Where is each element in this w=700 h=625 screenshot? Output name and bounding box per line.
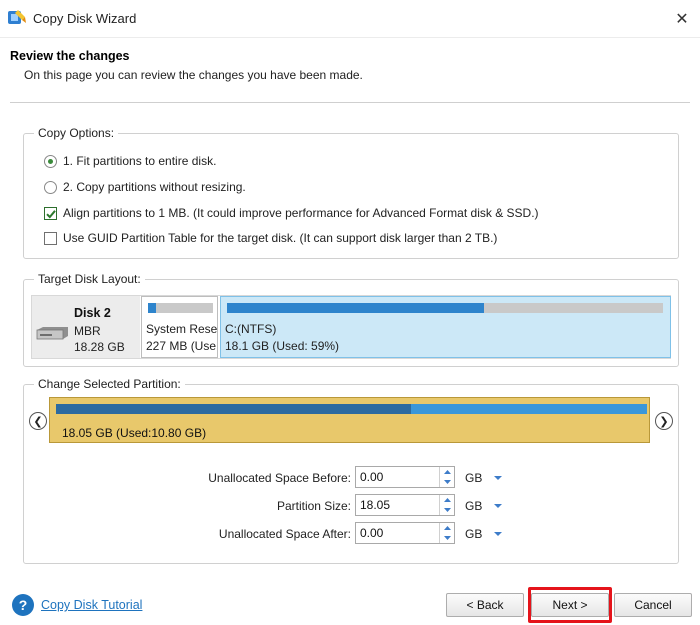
partition-name: C:(NTFS) (225, 322, 277, 336)
unit-dropdown-icon[interactable] (493, 501, 503, 511)
unallocated-after-spinner[interactable] (355, 522, 455, 544)
content-area: Copy Options: 1. Fit partitions to entir… (0, 104, 700, 580)
chevron-left-icon: ❮ (33, 415, 43, 428)
arrow-down-icon (443, 536, 451, 540)
partition-size-unit: GB (465, 499, 483, 513)
checkbox-align-1mb[interactable] (44, 206, 57, 220)
back-button[interactable]: < Back (446, 593, 524, 617)
wizard-footer: ? Copy Disk Tutorial < Back Next > Cance… (0, 580, 700, 625)
spin-up-button[interactable] (440, 523, 454, 533)
help-question-icon[interactable]: ? (12, 594, 34, 616)
option-fit-partitions[interactable]: 1. Fit partitions to entire disk. (44, 154, 216, 168)
partition-name: System Rese (146, 322, 218, 336)
scroll-left-button[interactable]: ❮ (29, 412, 47, 430)
partition-used-fill (56, 404, 411, 414)
selected-partition-size: 18.05 GB (Used:10.80 GB) (62, 426, 207, 440)
page-title: Review the changes (10, 49, 130, 63)
partition-usage-fill (227, 303, 485, 313)
checkmark-icon (46, 209, 56, 218)
partition-info: 227 MB (Use (146, 339, 217, 353)
page-header: Review the changes On this page you can … (0, 38, 700, 103)
partition-size-label: Partition Size: (276, 499, 351, 513)
arrow-up-icon (443, 470, 451, 474)
spin-down-button[interactable] (440, 477, 454, 487)
target-disk-group: Target Disk Layout: Disk 2 MBR 18.28 GB … (23, 272, 679, 367)
copy-options-group: Copy Options: 1. Fit partitions to entir… (23, 126, 679, 259)
partition-usage-bar (227, 303, 663, 313)
radio-no-resize[interactable] (44, 180, 57, 194)
change-partition-label: Change Selected Partition: (34, 377, 185, 391)
close-button[interactable]: ✕ (664, 0, 700, 38)
unallocated-before-spinner[interactable] (355, 466, 455, 488)
close-icon: ✕ (675, 11, 689, 28)
target-disk-label: Target Disk Layout: (34, 272, 145, 286)
option-no-resize-label: 2. Copy partitions without resizing. (63, 180, 246, 194)
change-partition-group: Change Selected Partition: ❮ 18.05 GB (U… (23, 377, 679, 564)
partition-system-reserved[interactable]: System Rese 227 MB (Use (141, 296, 218, 358)
partition-resize-bar[interactable] (56, 404, 647, 414)
option-align-1mb[interactable]: Align partitions to 1 MB. (It could impr… (44, 206, 539, 220)
partition-size-input[interactable] (356, 495, 440, 515)
chevron-right-icon: ❯ (659, 415, 669, 428)
spin-up-button[interactable] (440, 467, 454, 477)
unallocated-before-unit: GB (465, 471, 483, 485)
option-align-label: Align partitions to 1 MB. (It could impr… (63, 206, 539, 220)
arrow-down-icon (443, 480, 451, 484)
copy-disk-tutorial-link[interactable]: Copy Disk Tutorial (41, 598, 142, 612)
option-no-resize[interactable]: 2. Copy partitions without resizing. (44, 180, 246, 194)
disk-size: 18.28 GB (74, 340, 125, 354)
disk-map: Disk 2 MBR 18.28 GB System Rese 227 MB (… (31, 295, 671, 359)
radio-fit-partitions[interactable] (44, 154, 57, 168)
checkbox-use-gpt[interactable] (44, 231, 57, 245)
spinner-arrows (439, 523, 454, 543)
disk-name: Disk 2 (74, 306, 111, 320)
partition-c-ntfs[interactable]: C:(NTFS) 18.1 GB (Used: 59%) (220, 296, 671, 358)
arrow-up-icon (443, 526, 451, 530)
scroll-right-button[interactable]: ❯ (655, 412, 673, 430)
spin-down-button[interactable] (440, 533, 454, 543)
selected-partition-block[interactable]: 18.05 GB (Used:10.80 GB) (49, 397, 650, 443)
copy-options-label: Copy Options: (34, 126, 119, 140)
spinner-arrows (439, 467, 454, 487)
cancel-button[interactable]: Cancel (614, 593, 692, 617)
partition-usage-fill (148, 303, 156, 313)
disk-info-cell[interactable]: Disk 2 MBR 18.28 GB (32, 296, 140, 358)
option-fit-label: 1. Fit partitions to entire disk. (63, 154, 217, 168)
spinner-arrows (439, 495, 454, 515)
spin-up-button[interactable] (440, 495, 454, 505)
partition-size-spinner[interactable] (355, 494, 455, 516)
page-subtitle: On this page you can review the changes … (24, 68, 363, 82)
partition-usage-bar (148, 303, 213, 313)
partition-info: 18.1 GB (Used: 59%) (225, 339, 340, 353)
option-use-gpt[interactable]: Use GUID Partition Table for the target … (44, 231, 497, 245)
arrow-down-icon (443, 508, 451, 512)
option-gpt-label: Use GUID Partition Table for the target … (63, 231, 498, 245)
window-title: Copy Disk Wizard (33, 11, 137, 26)
header-divider (10, 102, 690, 103)
unallocated-after-label: Unallocated Space After: (218, 527, 351, 541)
app-logo-icon (8, 10, 26, 24)
unallocated-before-input[interactable] (356, 467, 440, 487)
next-button[interactable]: Next > (531, 593, 609, 617)
unit-dropdown-icon[interactable] (493, 529, 503, 539)
unallocated-before-label: Unallocated Space Before: (208, 471, 351, 485)
title-bar: Copy Disk Wizard ✕ (0, 0, 700, 38)
unit-dropdown-icon[interactable] (493, 473, 503, 483)
unallocated-after-unit: GB (465, 527, 483, 541)
spin-down-button[interactable] (440, 505, 454, 515)
arrow-up-icon (443, 498, 451, 502)
disk-type: MBR (74, 324, 101, 338)
unallocated-after-input[interactable] (356, 523, 440, 543)
hard-disk-icon (36, 327, 68, 340)
